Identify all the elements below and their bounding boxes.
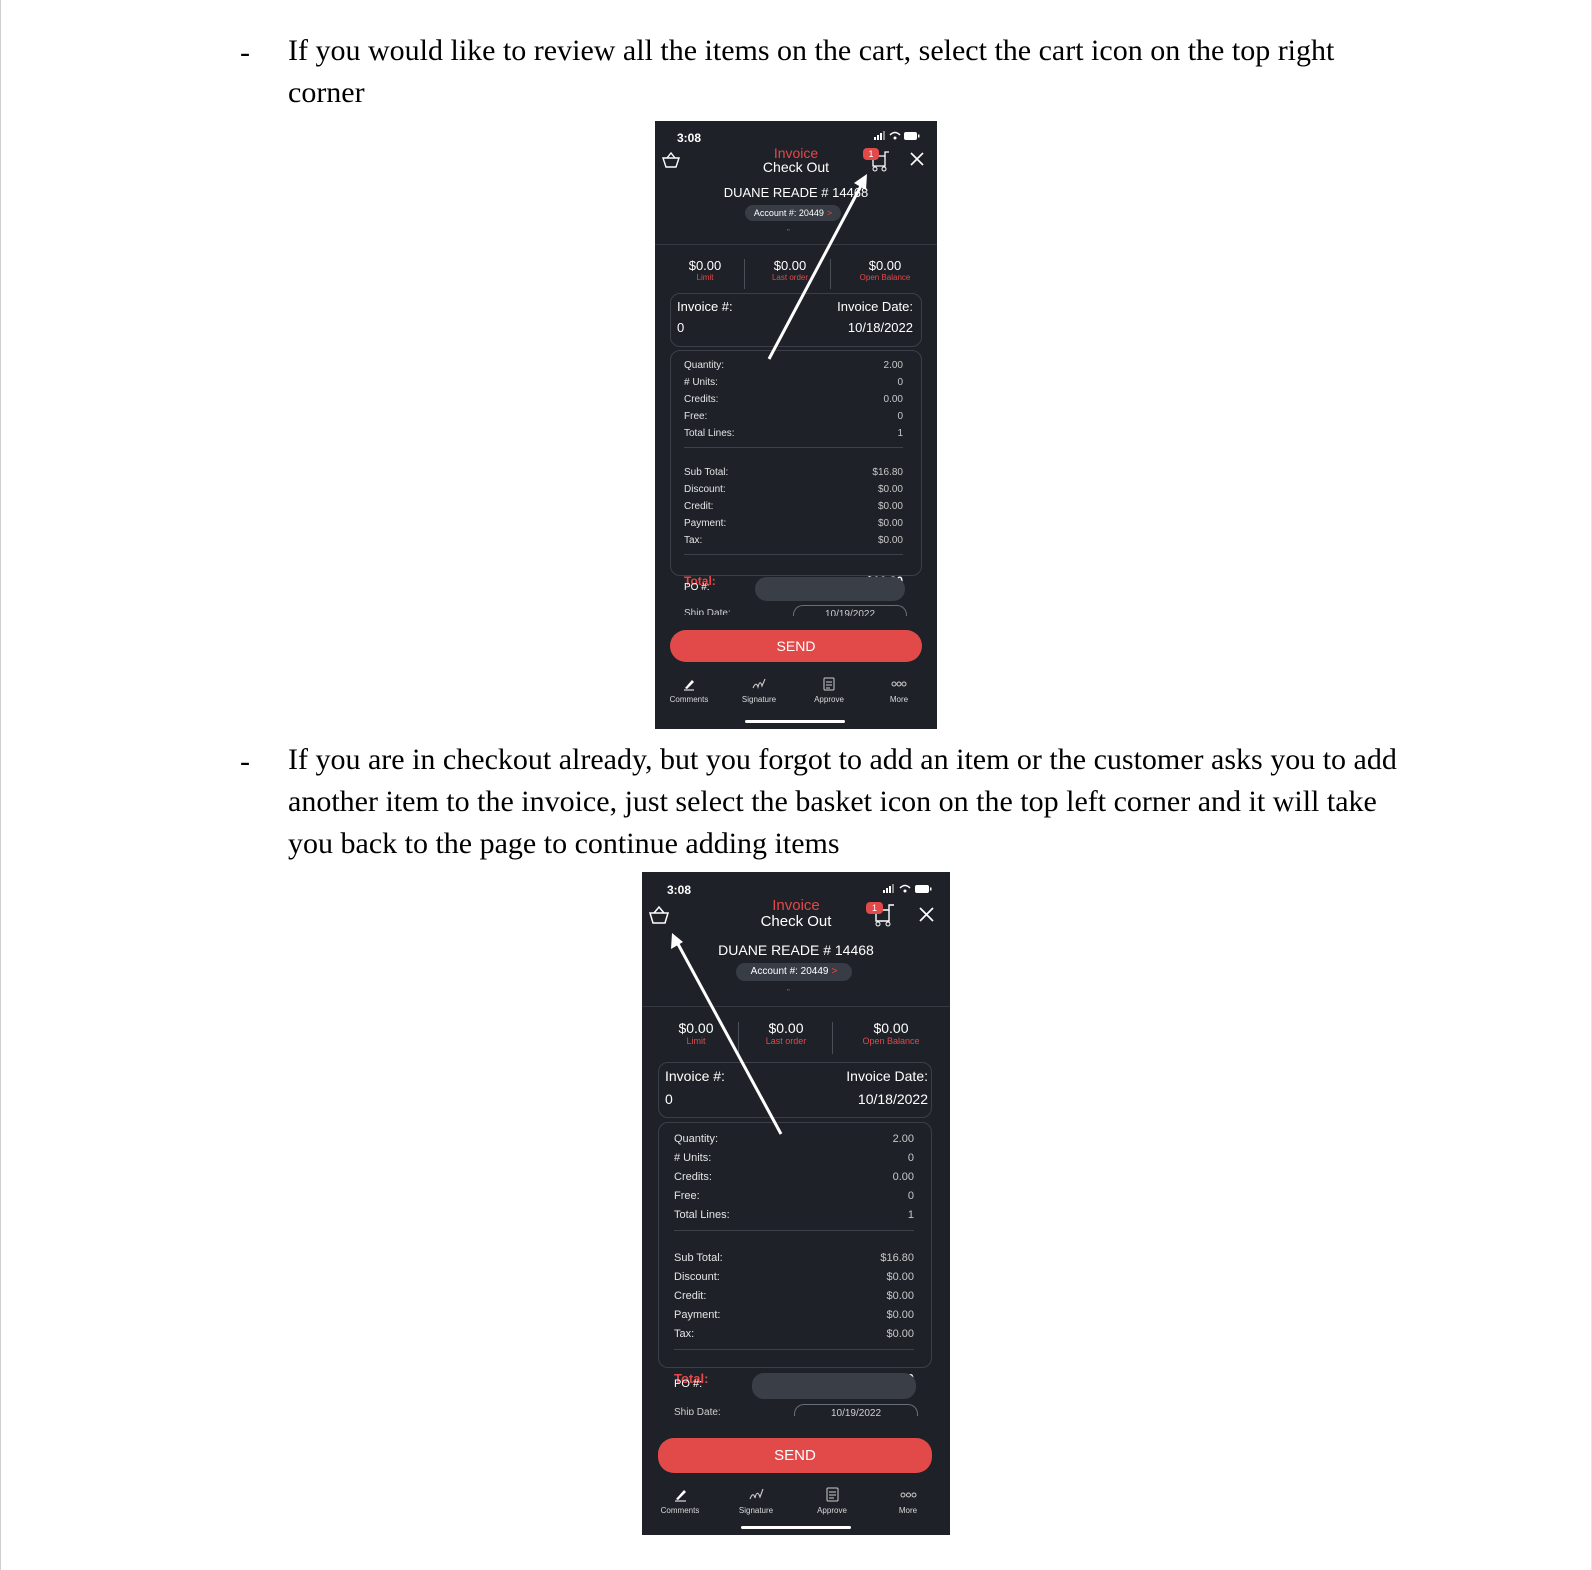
page-left-border <box>0 0 1 1570</box>
instruction-paragraph-2: If you are in checkout already, but you … <box>288 743 1397 860</box>
checkout-screenshot-2: 3:08 Invoice Check Out 1 DUANE READE # 1… <box>642 872 950 1535</box>
annotation-arrow-to-cart <box>767 174 867 360</box>
checkout-screenshot-1: 3:08 Invoice Check Out 1 DUANE READE # 1… <box>655 121 937 729</box>
annotation-arrow-to-basket <box>671 933 783 1135</box>
instruction-paragraph-1: If you would like to review all the item… <box>288 34 1335 109</box>
bullet-marker-1: - <box>240 36 250 69</box>
bullet-marker-2: - <box>240 745 250 778</box>
